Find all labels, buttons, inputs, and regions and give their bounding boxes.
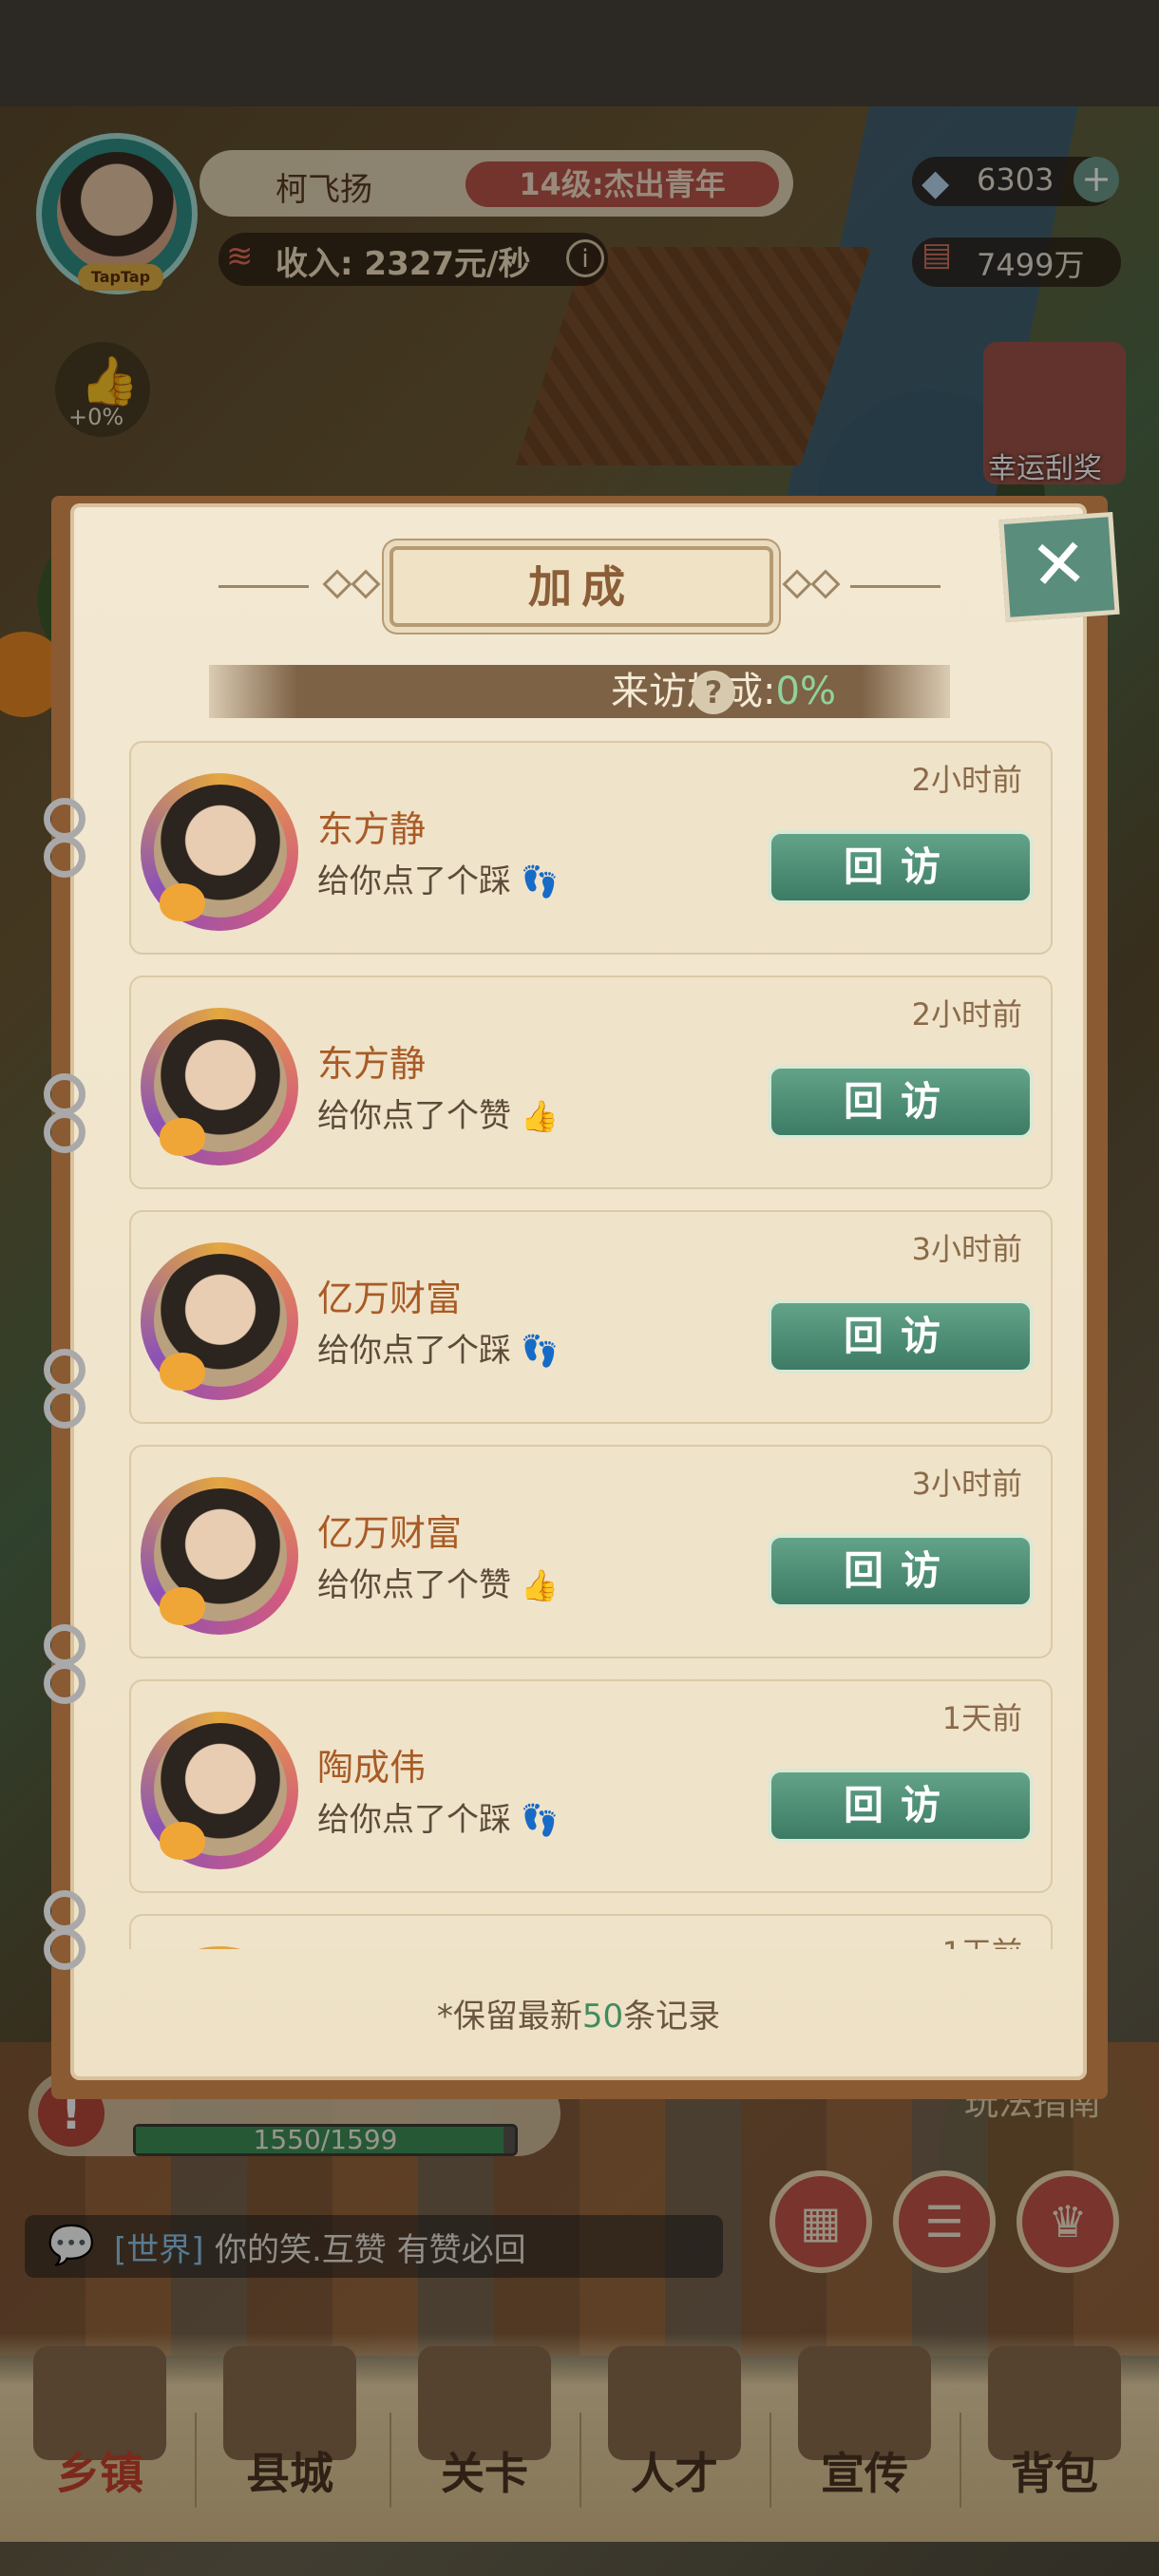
visit-time: 1天前 (941, 1700, 1022, 1736)
visit-action-text: 给你点了个赞 (317, 1097, 511, 1135)
binder-ring (44, 1349, 86, 1391)
visit-action-text: 给你点了个踩 (317, 1801, 511, 1839)
thumbs-up-icon: 👍 (511, 1567, 560, 1603)
visit-record-row: 1天前 (129, 1914, 1053, 1949)
visit-record-row: 3小时前亿万财富给你点了个赞 👍 回访 (129, 1445, 1053, 1658)
visit-action-text: 给你点了个赞 (317, 1566, 511, 1604)
binder-ring (44, 836, 86, 878)
visit-action: 给你点了个踩 👣 (317, 1324, 559, 1371)
footnote-prefix: *保留最新 (436, 1998, 582, 2036)
visit-record-row: 1天前 陶成伟 给你点了个踩 👣 回访 (129, 1679, 1053, 1893)
visit-time: 2小时前 (911, 762, 1022, 798)
pet-badge-icon (160, 883, 205, 921)
footnote-suffix: 条记录 (623, 1998, 721, 2036)
footprint-icon: 👣 (511, 863, 560, 900)
visit-time: 3小时前 (911, 1466, 1022, 1502)
binder-ring (44, 1073, 86, 1115)
visit-time: 3小时前 (911, 1231, 1022, 1267)
revisit-button[interactable]: 回访 (768, 1769, 1034, 1843)
visit-action-text: 给你点了个踩 (317, 862, 511, 900)
binder-ring (44, 798, 86, 840)
footnote-count: 50 (581, 1998, 624, 2036)
revisit-button[interactable]: 回访 (768, 1299, 1034, 1373)
visit-time: 1天前 (942, 1929, 1022, 1949)
help-icon[interactable]: ? (692, 671, 735, 714)
visitor-name: 亿万财富 (317, 1512, 463, 1554)
visit-action: 给你点了个踩 👣 (317, 855, 559, 901)
footprint-icon: 👣 (511, 1333, 560, 1369)
binder-ring (44, 1624, 86, 1666)
binder-ring (44, 1111, 86, 1153)
visit-bonus-text: 来访加成:0% (209, 665, 836, 718)
visit-record-row: 2小时前 东方静 给你点了个赞 👍 回访 (129, 975, 1053, 1189)
pet-badge-icon (160, 1118, 205, 1156)
record-footnote: *保留最新50条记录 (70, 1990, 1087, 2036)
pet-badge-icon (160, 1353, 205, 1391)
binder-ring (44, 1890, 86, 1932)
visitor-name: 陶成伟 (317, 1747, 427, 1789)
visit-action: 给你点了个赞 👍 (317, 1559, 559, 1605)
visit-time: 2小时前 (911, 996, 1022, 1032)
revisit-button[interactable]: 回访 (768, 1065, 1034, 1139)
close-button[interactable]: ✕ (998, 511, 1120, 623)
revisit-button[interactable]: 回访 (768, 1534, 1034, 1608)
visitor-avatar[interactable] (141, 1946, 298, 1949)
visit-action: 给你点了个赞 👍 (317, 1089, 559, 1136)
visitor-name: 亿万财富 (317, 1278, 463, 1319)
binder-ring (44, 1387, 86, 1429)
modal-title: 加成 (528, 561, 635, 613)
visit-action: 给你点了个踩 👣 (317, 1793, 559, 1840)
footprint-icon: 👣 (511, 1802, 560, 1838)
revisit-button[interactable]: 回访 (768, 830, 1034, 904)
visit-bonus-value: 0% (775, 670, 836, 713)
thumbs-up-icon: 👍 (511, 1098, 560, 1134)
visitor-name: 东方静 (317, 808, 427, 850)
visit-action-text: 给你点了个踩 (317, 1332, 511, 1370)
binder-ring (44, 1928, 86, 1970)
pet-badge-icon (160, 1822, 205, 1860)
binder-ring (44, 1662, 86, 1704)
visit-record-list[interactable]: 2小时前 东方静 给你点了个踩 👣 回访 2小时前 东方静 给你点了个赞 👍 回访 3小时前 亿万… (129, 741, 1054, 1949)
visit-record-row: 2小时前东方静给你点了个踩 👣 回访 (129, 741, 1053, 955)
visitor-name: 东方静 (317, 1043, 427, 1085)
title-decoration-left (218, 585, 309, 588)
status-bar (0, 0, 1159, 106)
pet-badge-icon (160, 1587, 205, 1625)
title-decoration-right (850, 585, 940, 588)
visit-record-row: 3小时前亿万财富给你点了个踩 👣 回访 (129, 1210, 1053, 1424)
